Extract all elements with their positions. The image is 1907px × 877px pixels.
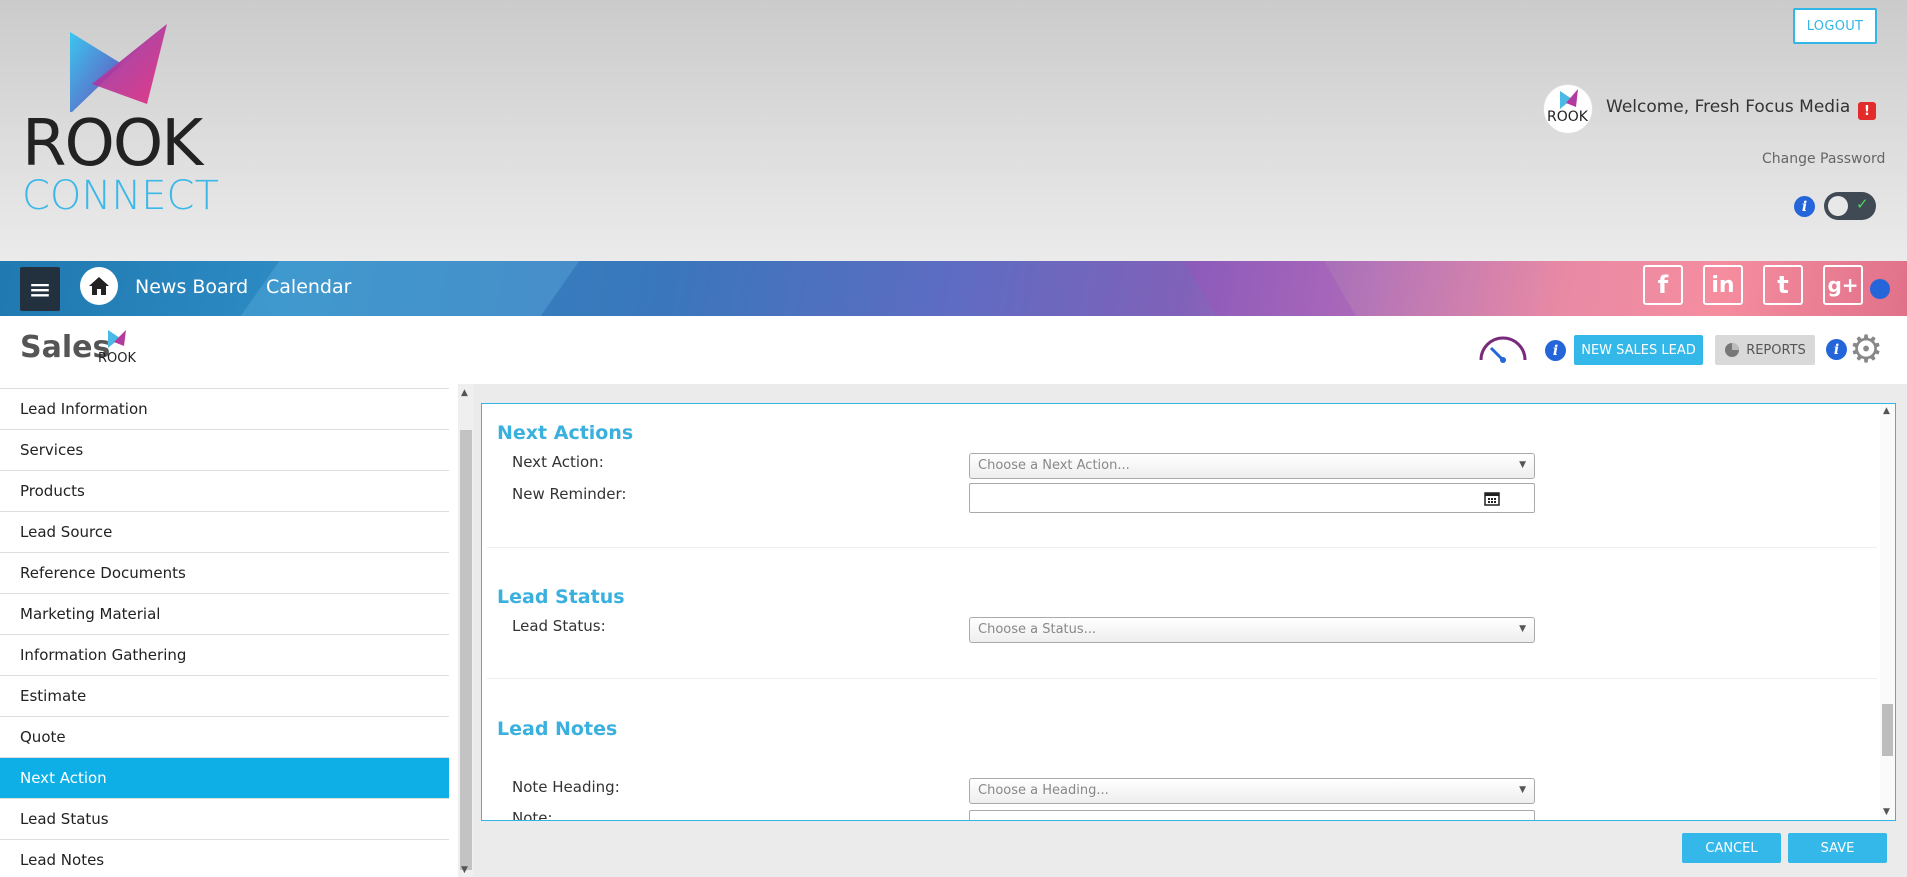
avatar-text: ROOK (1547, 109, 1588, 125)
alert-icon[interactable]: ! (1858, 102, 1876, 120)
note-heading-label: Note Heading: (512, 778, 620, 796)
next-action-placeholder: Choose a Next Action... (978, 458, 1130, 473)
scroll-up-icon[interactable]: ▲ (1883, 406, 1890, 416)
sidebar-item-reference-documents[interactable]: Reference Documents (0, 553, 449, 594)
sidebar-item-next-action[interactable]: Next Action (0, 758, 449, 799)
reminder-date-input[interactable] (969, 483, 1535, 513)
nav-news-board[interactable]: News Board (135, 276, 248, 298)
form-panel: Next Actions Next Action: Choose a Next … (481, 403, 1896, 821)
sidebar-item-services[interactable]: Services (0, 430, 449, 471)
section-divider (487, 678, 1877, 679)
note-heading-select[interactable]: Choose a Heading... ▼ (969, 778, 1535, 804)
sidebar-item-lead-information[interactable]: Lead Information (0, 389, 449, 430)
logout-button[interactable]: LOGOUT (1793, 8, 1877, 44)
section-title-lead-notes: Lead Notes (497, 718, 618, 740)
sidebar-item-estimate[interactable]: Estimate (0, 676, 449, 717)
info-icon[interactable]: i (1545, 340, 1566, 361)
lead-status-select[interactable]: Choose a Status... ▼ (969, 617, 1535, 643)
sidebar-item-products[interactable]: Products (0, 471, 449, 512)
next-action-label: Next Action: (512, 453, 604, 471)
welcome-text: Welcome, Fresh Focus Media (1606, 97, 1851, 117)
rook-connect-logo[interactable]: ROOK CONNECT (22, 24, 232, 224)
check-icon: ✓ (1856, 195, 1869, 213)
section-divider (487, 547, 1877, 548)
toggle-knob (1828, 196, 1848, 216)
pie-chart-icon (1725, 343, 1740, 357)
chevron-down-icon: ▼ (1519, 460, 1526, 470)
home-button[interactable] (80, 267, 118, 305)
scrollbar-thumb[interactable] (460, 430, 472, 870)
sales-rook-logo-icon: ROOK (98, 330, 136, 366)
twitter-icon[interactable]: t (1763, 265, 1803, 305)
section-title-next-actions: Next Actions (497, 422, 634, 444)
change-password-link[interactable]: Change Password (1762, 151, 1885, 167)
panel-scrollbar[interactable]: ▲ ▼ (1880, 404, 1895, 820)
info-dot-icon[interactable] (1870, 279, 1890, 299)
logo-mark-icon (70, 24, 167, 112)
chevron-down-icon: ▼ (1519, 624, 1526, 634)
user-avatar[interactable]: ROOK (1543, 84, 1593, 134)
navbar-decoration (1184, 261, 1356, 316)
save-button[interactable]: SAVE (1788, 833, 1887, 863)
logo-word-rook: ROOK (22, 107, 203, 181)
info-icon[interactable]: i (1794, 196, 1815, 217)
new-reminder-label: New Reminder: (512, 485, 627, 503)
theme-toggle[interactable]: ✓ (1824, 192, 1876, 220)
svg-text:ROOK: ROOK (98, 351, 136, 366)
home-icon (89, 277, 109, 295)
google-plus-icon[interactable]: g+ (1823, 265, 1863, 305)
scroll-down-icon[interactable]: ▼ (461, 865, 468, 875)
gear-icon[interactable]: ⚙ (1849, 330, 1883, 368)
section-title-lead-status: Lead Status (497, 586, 625, 608)
main-navbar: ≡ News Board Calendar f in t g+ (0, 261, 1907, 316)
logo-word-connect: CONNECT (22, 173, 219, 219)
sidebar: Lead Information Services Products Lead … (0, 388, 449, 877)
chevron-down-icon: ▼ (1519, 785, 1526, 795)
note-label: Note: (512, 809, 553, 821)
sidebar-item-lead-notes[interactable]: Lead Notes (0, 840, 449, 877)
sidebar-item-lead-status[interactable]: Lead Status (0, 799, 449, 840)
sidebar-scrollbar[interactable]: ▲ ▼ (458, 384, 474, 877)
scroll-up-icon[interactable]: ▲ (461, 388, 468, 398)
next-action-select[interactable]: Choose a Next Action... ▼ (969, 453, 1535, 479)
new-sales-lead-button[interactable]: NEW SALES LEAD (1574, 335, 1703, 365)
scroll-down-icon[interactable]: ▼ (1883, 807, 1890, 817)
sidebar-item-marketing-material[interactable]: Marketing Material (0, 594, 449, 635)
lead-status-placeholder: Choose a Status... (978, 622, 1097, 637)
page-header: ROOK CONNECT LOGOUT ROOK Welcome, Fresh … (0, 0, 1907, 261)
sidebar-item-lead-source[interactable]: Lead Source (0, 512, 449, 553)
lead-status-label: Lead Status: (512, 617, 606, 635)
info-icon[interactable]: i (1826, 339, 1847, 360)
cancel-button[interactable]: CANCEL (1682, 833, 1781, 863)
sidebar-item-quote[interactable]: Quote (0, 717, 449, 758)
note-heading-placeholder: Choose a Heading... (978, 783, 1109, 798)
reports-label: REPORTS (1746, 342, 1806, 358)
note-textarea[interactable] (969, 810, 1535, 820)
menu-icon[interactable]: ≡ (20, 267, 60, 311)
sidebar-item-information-gathering[interactable]: Information Gathering (0, 635, 449, 676)
linkedin-icon[interactable]: in (1703, 265, 1743, 305)
calendar-icon[interactable] (1484, 490, 1500, 506)
facebook-icon[interactable]: f (1643, 265, 1683, 305)
scrollbar-thumb[interactable] (1882, 704, 1893, 756)
gauge-icon[interactable] (1477, 332, 1529, 364)
reports-button[interactable]: REPORTS (1715, 335, 1815, 365)
nav-calendar[interactable]: Calendar (266, 276, 351, 298)
